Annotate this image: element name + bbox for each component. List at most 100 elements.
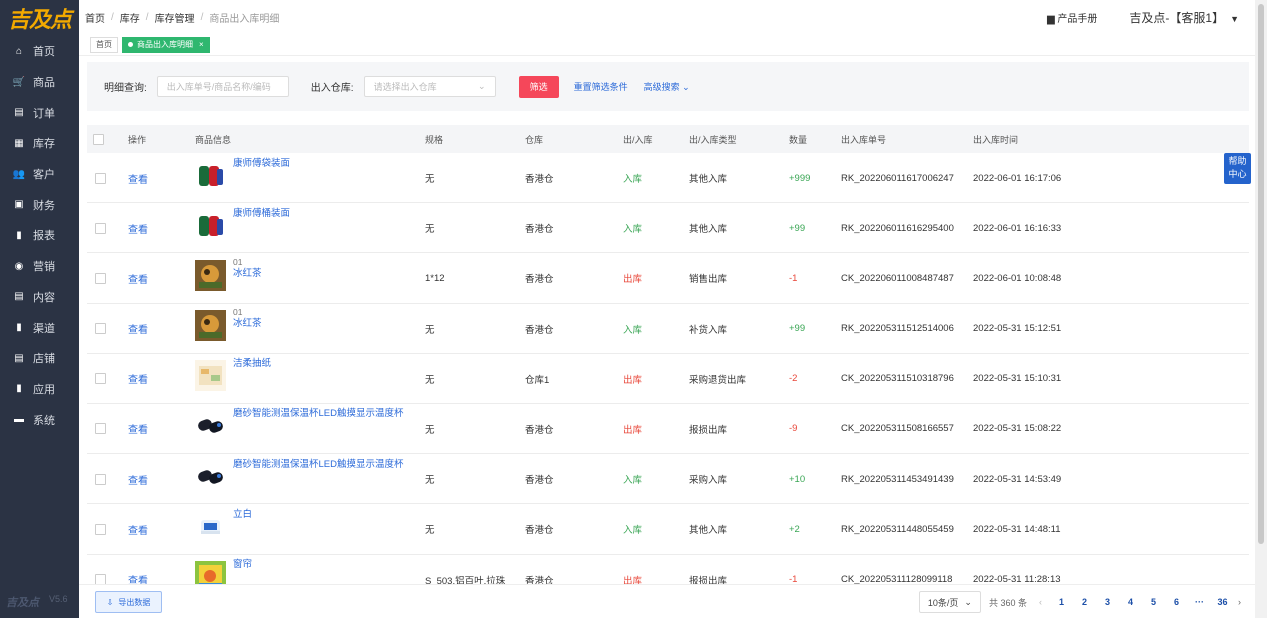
sidebar-item-9[interactable]: ▮ 渠道 <box>0 312 79 343</box>
sidebar-item-7[interactable]: ◉ 营销 <box>0 251 79 282</box>
row-checkbox[interactable] <box>95 423 106 435</box>
row-checkbox[interactable] <box>95 323 106 335</box>
table-cell: 查看 <box>128 404 148 454</box>
page-button-1[interactable]: 1 <box>1054 597 1069 607</box>
next-page-icon[interactable]: › <box>1238 597 1241 607</box>
column-header: 商品信息 <box>195 134 232 145</box>
product-info: 01 冰红茶 <box>195 257 262 291</box>
page-button-3[interactable]: 3 <box>1100 597 1115 607</box>
view-link[interactable]: 查看 <box>128 572 148 584</box>
view-link[interactable]: 查看 <box>128 271 148 286</box>
sidebar-item-5[interactable]: ▣ 财务 <box>0 189 79 220</box>
stock-time: 2022-06-01 16:17:06 <box>973 172 1062 184</box>
page-button-36[interactable]: 36 <box>1215 597 1230 607</box>
help-center-button[interactable]: 帮助 中心 <box>1224 153 1251 184</box>
row-checkbox[interactable] <box>95 373 106 385</box>
tab-stock-detail[interactable]: 商品出入库明细 × <box>122 36 210 53</box>
table-cell: 无 <box>425 504 435 554</box>
product-name-link[interactable]: 磨砂智能测温保温杯LED触摸显示温度杯 <box>233 458 403 472</box>
detail-search-input[interactable]: 出入库单号/商品名称/编码 <box>156 76 289 97</box>
tab-home[interactable]: 首页 <box>90 36 118 53</box>
sidebar-item-11[interactable]: ▮ 应用 <box>0 374 79 405</box>
filter-button[interactable]: 筛选 <box>518 75 559 98</box>
sidebar-item-3[interactable]: ▦ 库存 <box>0 128 79 159</box>
page-button-5[interactable]: 5 <box>1146 597 1161 607</box>
table-cell: 出库 <box>623 354 642 404</box>
table-cell: 仓库1 <box>525 354 549 404</box>
page-button-2[interactable]: 2 <box>1077 597 1092 607</box>
stock-type-value: 报损出库 <box>689 424 728 436</box>
sidebar-item-label: 渠道 <box>33 322 55 335</box>
product-name-link[interactable]: 窗帘 <box>233 558 252 572</box>
table-cell: 无 <box>425 304 435 354</box>
breadcrumb-item[interactable]: 库存 <box>120 10 140 25</box>
sidebar-item-4[interactable]: 👥 客户 <box>0 159 79 190</box>
prev-page-icon[interactable]: ‹ <box>1039 597 1042 607</box>
product-info: 康师傅桶装面 <box>195 207 290 241</box>
scrollbar-thumb[interactable] <box>1258 4 1264 544</box>
view-link[interactable]: 查看 <box>128 472 148 487</box>
view-link[interactable]: 查看 <box>128 221 148 236</box>
breadcrumb-item[interactable]: 库存管理 <box>155 10 195 25</box>
table-cell: RK_202206011616295400 <box>841 203 954 253</box>
spec-value: 无 <box>425 475 435 487</box>
product-name-link[interactable]: 磨砂智能测温保温杯LED触摸显示温度杯 <box>233 407 403 421</box>
sidebar-item-6[interactable]: ▮ 报表 <box>0 220 79 251</box>
tissue-product-image <box>195 360 226 392</box>
sidebar-item-1[interactable]: 🛒 商品 <box>0 67 79 98</box>
spec-value: 1*12 <box>425 272 445 284</box>
bar-chart-icon: ▮ <box>16 383 22 395</box>
sidebar-item-label: 商品 <box>33 77 55 90</box>
direction-status: 出库 <box>623 374 643 386</box>
view-link[interactable]: 查看 <box>128 421 148 436</box>
product-manual-link[interactable]: ▆ 产品手册 <box>1047 10 1097 25</box>
product-name-link[interactable]: 立白 <box>233 508 252 522</box>
sidebar-item-10[interactable]: ▤ 店铺 <box>0 343 79 374</box>
view-link[interactable]: 查看 <box>128 171 148 186</box>
row-checkbox[interactable] <box>95 574 106 584</box>
sidebar-item-2[interactable]: ▤ 订单 <box>0 97 79 128</box>
advanced-search-link[interactable]: 高级搜索 ⌄ <box>644 80 690 93</box>
cart-icon: 🛒 <box>12 76 26 88</box>
table-cell: 查看 <box>128 504 148 554</box>
page-button-6[interactable]: 6 <box>1169 597 1184 607</box>
view-link[interactable]: 查看 <box>128 321 148 336</box>
sidebar-item-label: 营销 <box>33 261 55 274</box>
quantity-value: +2 <box>789 523 800 535</box>
grid-icon: ▦ <box>14 137 24 149</box>
product-name-link[interactable]: 康师傅袋装面 <box>233 157 290 171</box>
row-checkbox[interactable] <box>95 473 106 485</box>
page-button-4[interactable]: 4 <box>1123 597 1138 607</box>
table-cell: 2022-06-01 16:17:06 <box>973 153 1061 203</box>
page-button-···[interactable]: ··· <box>1192 597 1207 607</box>
view-link[interactable]: 查看 <box>128 522 148 537</box>
product-name-link[interactable]: 冰红茶 <box>233 267 262 281</box>
breadcrumb-item[interactable]: 首页 <box>85 10 105 25</box>
page-scrollbar[interactable] <box>1255 0 1267 618</box>
row-checkbox[interactable] <box>95 523 106 535</box>
row-checkbox[interactable] <box>95 172 106 184</box>
table-cell: 入库 <box>623 203 642 253</box>
user-menu[interactable]: 吉及点-【客服1】 ▼ <box>1129 9 1239 26</box>
table-cell <box>95 253 106 303</box>
column-header: 出/入库类型 <box>689 134 737 145</box>
sidebar-item-8[interactable]: ▤ 内容 <box>0 282 79 313</box>
page-size-select[interactable]: 10条/页 ⌄ <box>918 591 981 613</box>
table-cell: +2 <box>789 504 800 554</box>
product-name-link[interactable]: 洁柔抽纸 <box>233 357 271 371</box>
product-name-link[interactable]: 康师傅桶装面 <box>233 207 290 221</box>
quantity-value: +99 <box>789 222 806 234</box>
reset-filter-link[interactable]: 重置筛选条件 <box>574 80 628 93</box>
filter-bar: 明细查询: 出入库单号/商品名称/编码 出入仓库: 请选择出入仓库 ⌄ 筛选 重置… <box>87 62 1249 111</box>
sidebar-item-12[interactable]: ▬ 系统 <box>0 404 79 435</box>
table-cell: 入库 <box>623 153 642 203</box>
sidebar-item-0[interactable]: ⌂ 首页 <box>0 36 79 67</box>
close-icon[interactable]: × <box>199 40 204 49</box>
export-button[interactable]: ⇩ 导出数据 <box>95 591 162 613</box>
row-checkbox[interactable] <box>95 222 106 234</box>
select-all-checkbox[interactable] <box>93 133 104 145</box>
warehouse-select[interactable]: 请选择出入仓库 ⌄ <box>363 76 496 97</box>
row-checkbox[interactable] <box>95 272 106 284</box>
product-name-link[interactable]: 冰红茶 <box>233 317 262 331</box>
view-link[interactable]: 查看 <box>128 371 148 386</box>
